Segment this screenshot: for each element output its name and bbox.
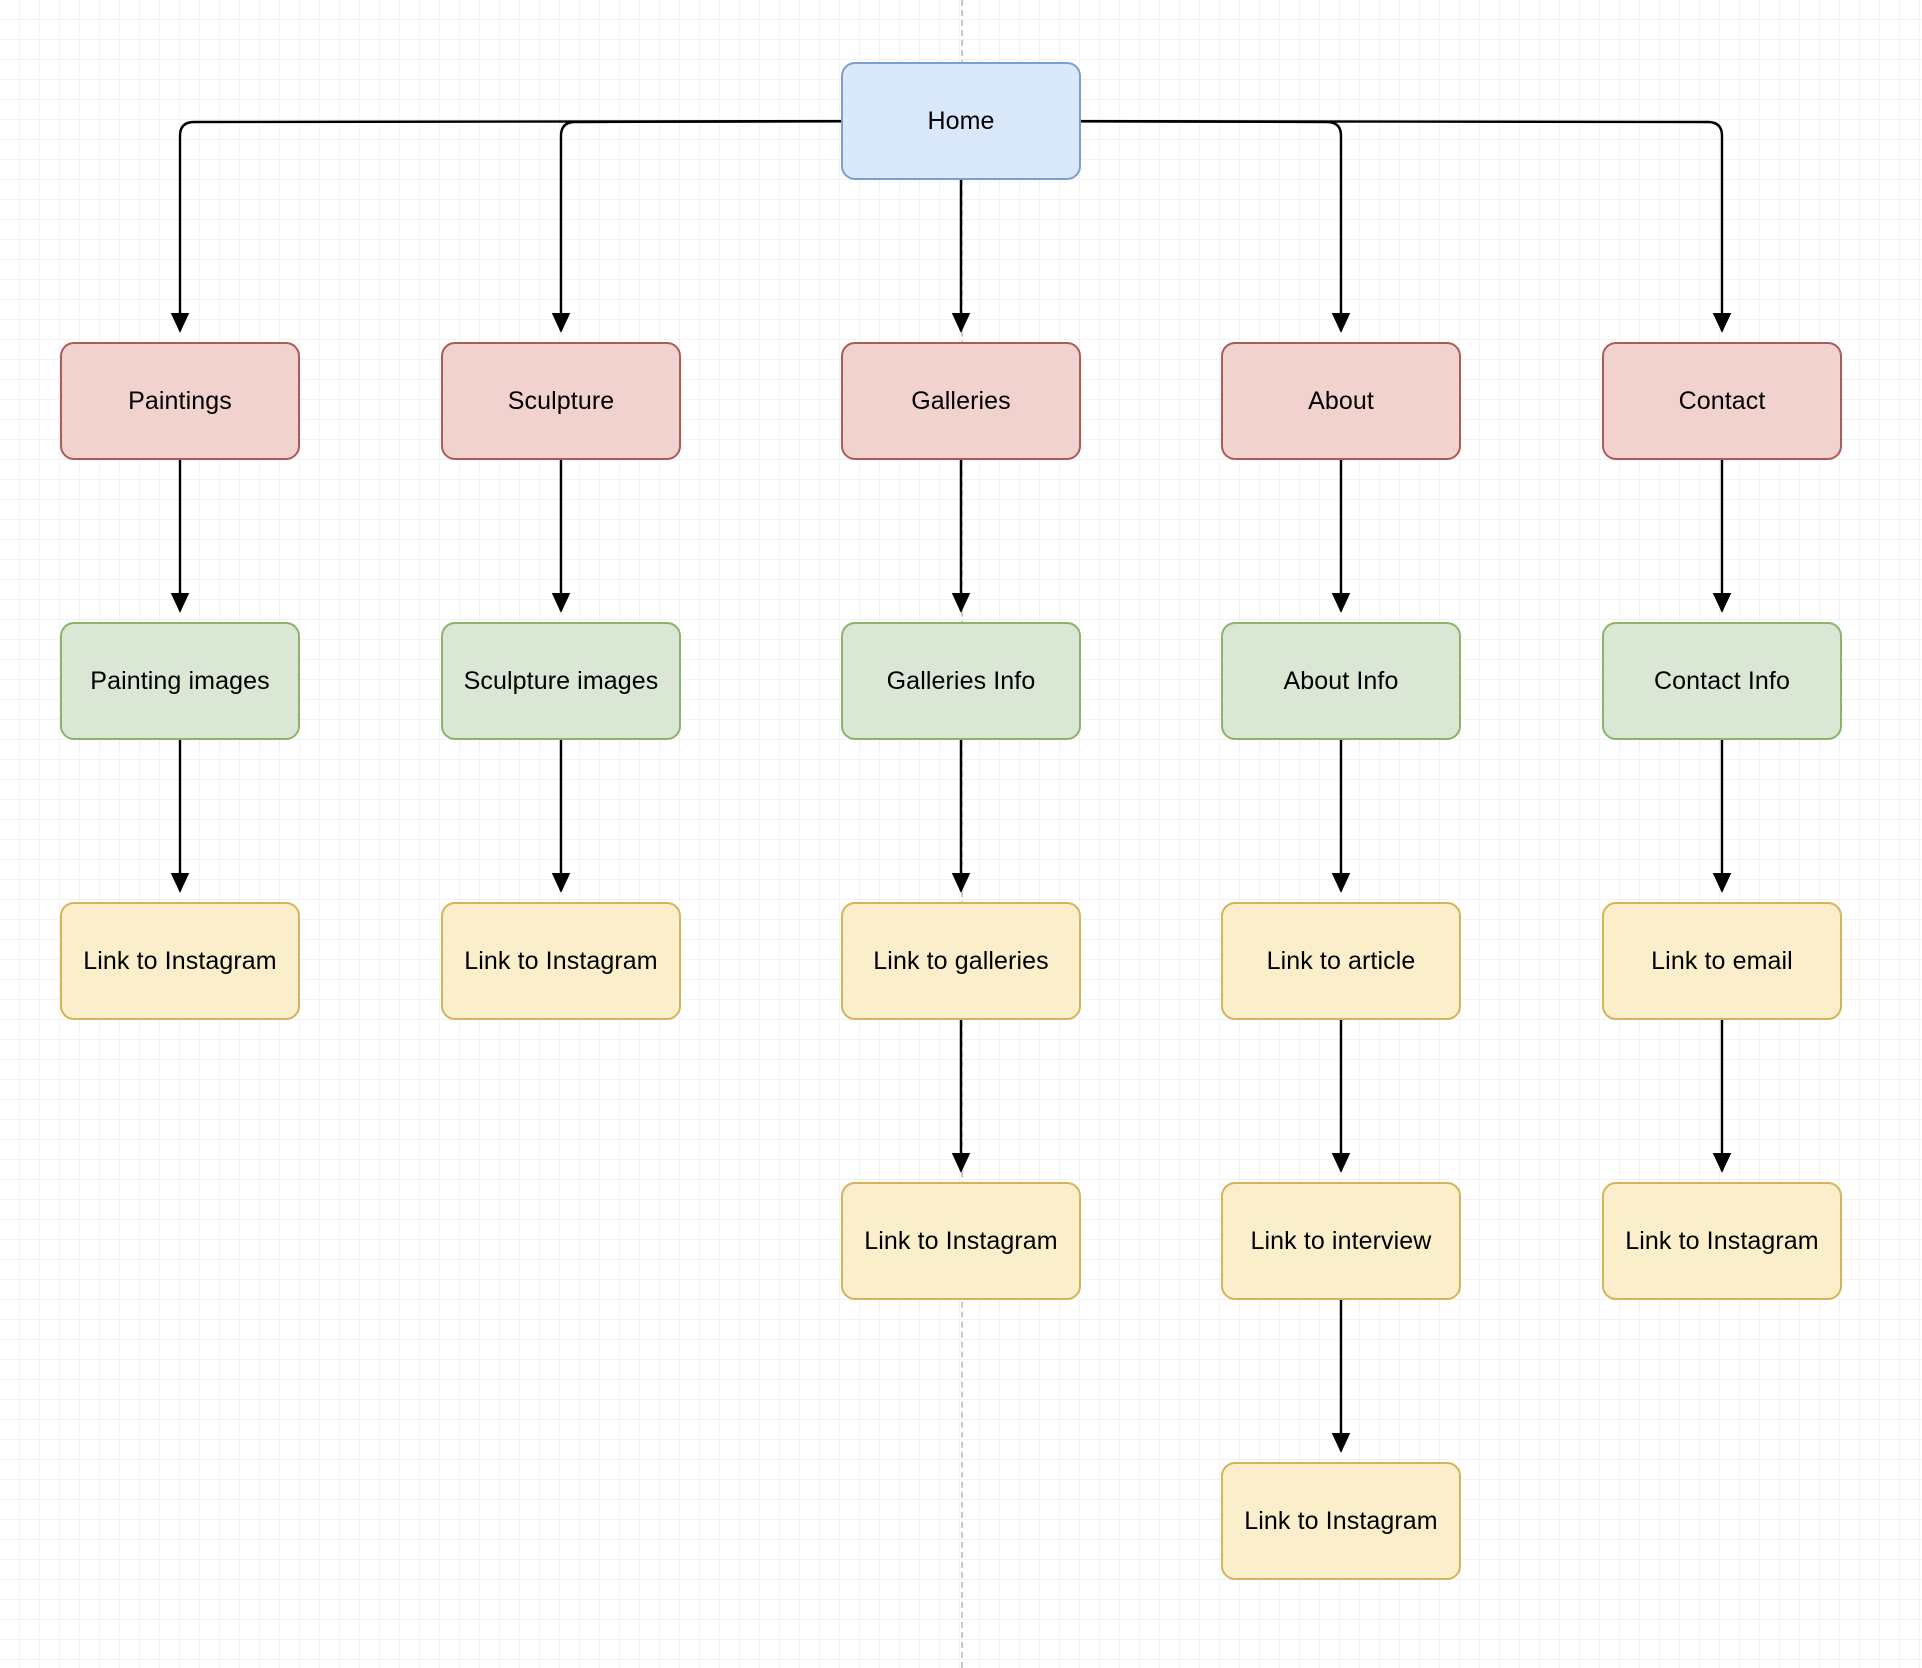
node-label: Contact	[1678, 387, 1766, 415]
node-about_insta[interactable]: Link to Instagram	[1221, 1462, 1461, 1580]
node-label: Link to interview	[1250, 1227, 1432, 1255]
node-link_email[interactable]: Link to email	[1602, 902, 1842, 1020]
node-label: Contact Info	[1653, 667, 1790, 695]
node-label: Galleries	[911, 387, 1011, 415]
diagram-canvas[interactable]: Home Paintings Sculpture Galleries About Cont…	[0, 0, 1922, 1668]
node-painting_images[interactable]: Painting images	[60, 622, 300, 740]
node-galleries_info[interactable]: Galleries Info	[841, 622, 1081, 740]
node-about[interactable]: About	[1221, 342, 1461, 460]
node-label: Home	[927, 107, 995, 135]
node-label: Link to Instagram	[83, 947, 277, 975]
node-gal_insta[interactable]: Link to Instagram	[841, 1182, 1081, 1300]
node-link_interview[interactable]: Link to interview	[1221, 1182, 1461, 1300]
node-sculpture[interactable]: Sculpture	[441, 342, 681, 460]
node-label: About Info	[1283, 667, 1399, 695]
node-label: Link to Instagram	[1625, 1227, 1819, 1255]
page-break-guide	[961, 0, 963, 1668]
node-link_article[interactable]: Link to article	[1221, 902, 1461, 1020]
node-home[interactable]: Home	[841, 62, 1081, 180]
node-label: Sculpture	[507, 387, 615, 415]
node-label: Link to Instagram	[1244, 1507, 1438, 1535]
node-label: Galleries Info	[886, 667, 1036, 695]
node-contact_insta[interactable]: Link to Instagram	[1602, 1182, 1842, 1300]
node-galleries[interactable]: Galleries	[841, 342, 1081, 460]
node-label: Link to galleries	[873, 947, 1049, 975]
node-label: Link to Instagram	[864, 1227, 1058, 1255]
node-sculpture_images[interactable]: Sculpture images	[441, 622, 681, 740]
node-paintings[interactable]: Paintings	[60, 342, 300, 460]
node-paint_insta[interactable]: Link to Instagram	[60, 902, 300, 1020]
edge-layer	[170, 119, 1732, 1453]
node-contact_info[interactable]: Contact Info	[1602, 622, 1842, 740]
node-link_galleries[interactable]: Link to galleries	[841, 902, 1081, 1020]
node-sculpt_insta[interactable]: Link to Instagram	[441, 902, 681, 1020]
node-label: Link to Instagram	[464, 947, 658, 975]
node-label: Link to email	[1651, 947, 1793, 975]
node-label: Link to article	[1266, 947, 1416, 975]
node-label: About	[1308, 387, 1374, 415]
node-contact[interactable]: Contact	[1602, 342, 1842, 460]
node-about_info[interactable]: About Info	[1221, 622, 1461, 740]
node-label: Painting images	[90, 667, 270, 695]
node-label: Paintings	[128, 387, 232, 415]
node-label: Sculpture images	[463, 667, 659, 695]
